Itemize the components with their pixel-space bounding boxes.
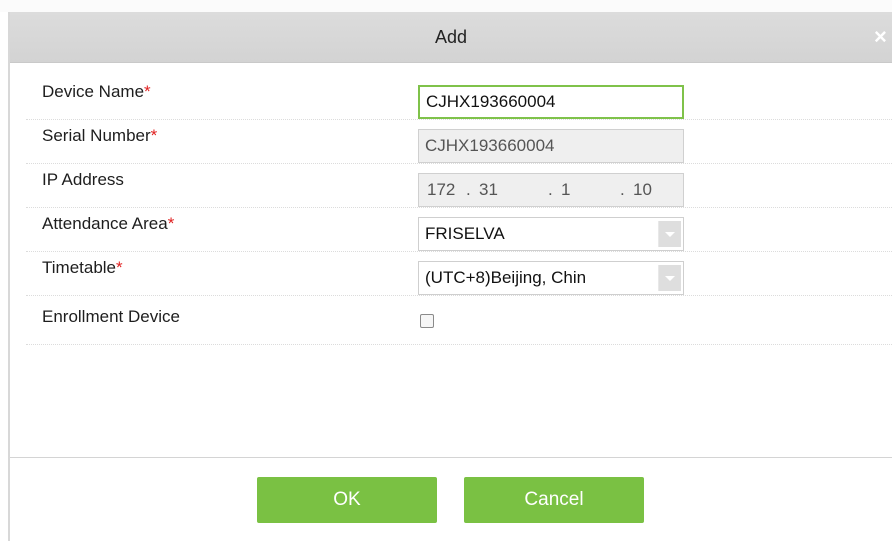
device-name-input[interactable] (418, 85, 684, 119)
required-marker: * (150, 126, 158, 145)
enrollment-device-label: Enrollment Device (42, 307, 180, 326)
attendance-area-select[interactable]: FRISELVA (418, 217, 684, 251)
ip-address-field: 172 . 31 . 1 . 10 (418, 173, 684, 207)
timetable-select[interactable]: (UTC+8)Beijing, Chin (418, 261, 684, 295)
row-device-name: Device Name* (26, 75, 892, 120)
cancel-button[interactable]: Cancel (464, 477, 644, 523)
ip-dot: . (466, 180, 471, 199)
device-name-label: Device Name* (42, 82, 151, 102)
device-name-label-text: Device Name (42, 82, 145, 101)
ip-address-label: IP Address (42, 170, 124, 189)
timetable-label-text: Timetable (42, 258, 117, 277)
close-icon[interactable]: × (874, 24, 890, 50)
timetable-value: (UTC+8)Beijing, Chin (425, 268, 587, 287)
serial-number-label: Serial Number* (42, 126, 157, 146)
enrollment-device-checkbox[interactable] (420, 314, 434, 328)
ip-octet-4: 10 (633, 180, 652, 199)
row-attendance-area: Attendance Area* FRISELVA (26, 207, 892, 252)
attendance-area-label: Attendance Area* (42, 214, 174, 234)
attendance-area-value: FRISELVA (425, 224, 505, 243)
timetable-label: Timetable* (42, 258, 123, 278)
chevron-down-icon[interactable] (658, 221, 681, 247)
row-ip-address: IP Address 172 . 31 . 1 . 10 (26, 163, 892, 208)
row-timetable: Timetable* (UTC+8)Beijing, Chin (26, 251, 892, 296)
required-marker: * (144, 82, 151, 101)
background-strip (0, 0, 892, 12)
serial-number-label-text: Serial Number (42, 126, 151, 145)
serial-number-field: CJHX193660004 (418, 129, 684, 163)
ip-octet-3: 1 (561, 180, 571, 199)
required-marker: * (116, 258, 123, 277)
row-enrollment-device: Enrollment Device (26, 300, 892, 345)
ok-button[interactable]: OK (257, 477, 437, 523)
footer-divider (10, 457, 892, 458)
dialog-titlebar: Add × (10, 12, 892, 63)
chevron-down-icon[interactable] (658, 265, 681, 291)
ip-dot: . (548, 180, 553, 199)
ip-dot: . (620, 180, 625, 199)
attendance-area-label-text: Attendance Area (42, 214, 168, 233)
row-serial-number: Serial Number* CJHX193660004 (26, 119, 892, 164)
required-marker: * (167, 214, 175, 233)
ip-octet-2: 31 (479, 180, 498, 199)
ip-octet-1: 172 (427, 180, 456, 199)
dialog-left-border (8, 12, 10, 541)
dialog-title: Add (434, 27, 468, 47)
